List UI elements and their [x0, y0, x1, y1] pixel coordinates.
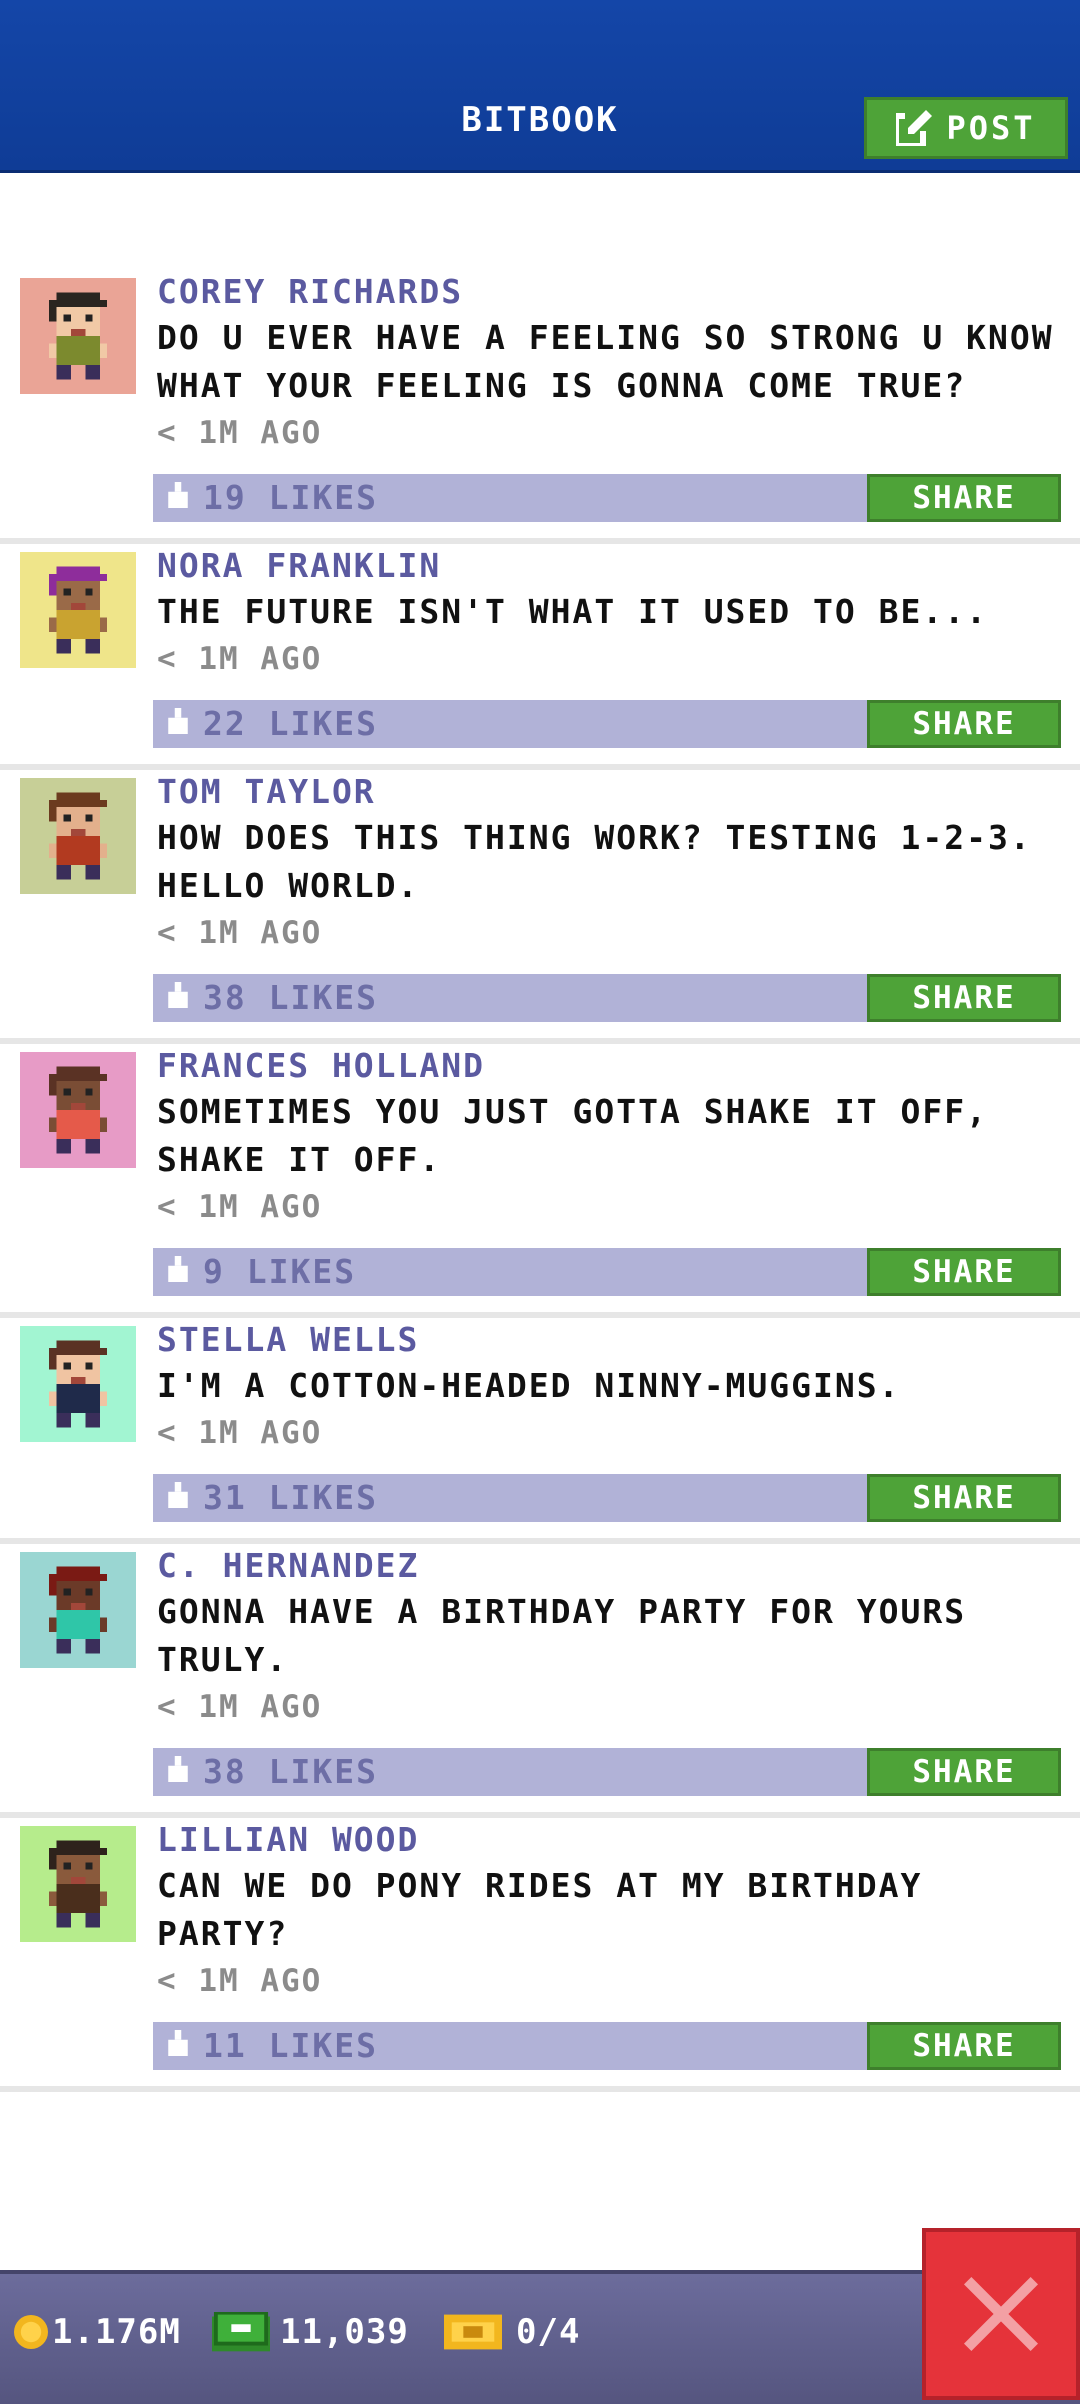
cash-icon [212, 2312, 270, 2352]
like-bar[interactable]: 31 LIKES SHARE [153, 1474, 1061, 1522]
currency-bar: 1.176M 11,039 0/4 [0, 2270, 1080, 2404]
person-avatar-icon [20, 1052, 136, 1168]
tickets-counter: 0/4 [444, 2312, 580, 2352]
feed-post: NORA FRANKLIN THE FUTURE ISN'T WHAT IT U… [0, 544, 1080, 770]
coin-icon [14, 2315, 48, 2349]
post-button[interactable]: POST [864, 97, 1068, 159]
post-author[interactable]: NORA FRANKLIN [157, 544, 1080, 588]
share-button[interactable]: SHARE [867, 1474, 1061, 1522]
avatar[interactable] [20, 778, 136, 894]
share-button[interactable]: SHARE [867, 1748, 1061, 1796]
like-count: 38 LIKES [203, 1752, 378, 1791]
feed-post: FRANCES HOLLAND SOMETIMES YOU JUST GOTTA… [0, 1044, 1080, 1318]
like-count: 22 LIKES [203, 704, 378, 743]
thumbs-up-icon [168, 482, 188, 508]
post-timestamp: < 1M AGO [157, 1415, 323, 1451]
coins-counter: 1.176M [14, 2312, 181, 2352]
post-author[interactable]: LILLIAN WOOD [157, 1818, 1080, 1862]
like-count: 38 LIKES [203, 978, 378, 1017]
post-button-label: POST [946, 109, 1036, 147]
person-avatar-icon [20, 552, 136, 668]
feed-post: TOM TAYLOR HOW DOES THIS THING WORK? TES… [0, 770, 1080, 1044]
avatar[interactable] [20, 1826, 136, 1942]
post-timestamp: < 1M AGO [157, 641, 323, 677]
person-avatar-icon [20, 1826, 136, 1942]
post-message: DO U EVER HAVE A FEELING SO STRONG U KNO… [157, 318, 1054, 405]
like-bar[interactable]: 19 LIKES SHARE [153, 474, 1061, 522]
feed-post: LILLIAN WOOD CAN WE DO PONY RIDES AT MY … [0, 1818, 1080, 2092]
share-button[interactable]: SHARE [867, 974, 1061, 1022]
coins-value: 1.176M [52, 2312, 181, 2352]
share-button[interactable]: SHARE [867, 2022, 1061, 2070]
thumbs-up-icon [168, 1256, 188, 1282]
thumbs-up-icon [168, 708, 188, 734]
person-avatar-icon [20, 278, 136, 394]
like-bar[interactable]: 22 LIKES SHARE [153, 700, 1061, 748]
bux-value: 11,039 [280, 2312, 409, 2352]
post-message: I'M A COTTON-HEADED NINNY-MUGGINS. [157, 1366, 901, 1405]
avatar[interactable] [20, 278, 136, 394]
post-message: GONNA HAVE A BIRTHDAY PARTY FOR YOURS TR… [157, 1592, 967, 1679]
share-button[interactable]: SHARE [867, 474, 1061, 522]
feed-post: STELLA WELLS I'M A COTTON-HEADED NINNY-M… [0, 1318, 1080, 1544]
post-author[interactable]: STELLA WELLS [157, 1318, 1080, 1362]
post-message: SOMETIMES YOU JUST GOTTA SHAKE IT OFF, S… [157, 1092, 988, 1179]
thumbs-up-icon [168, 1482, 188, 1508]
post-message: CAN WE DO PONY RIDES AT MY BIRTHDAY PART… [157, 1866, 923, 1953]
post-message: THE FUTURE ISN'T WHAT IT USED TO BE... [157, 592, 988, 631]
close-button[interactable] [922, 2228, 1080, 2400]
post-timestamp: < 1M AGO [157, 415, 323, 451]
like-bar[interactable]: 38 LIKES SHARE [153, 1748, 1061, 1796]
like-count: 9 LIKES [203, 1252, 357, 1291]
avatar[interactable] [20, 552, 136, 668]
thumbs-up-icon [168, 982, 188, 1008]
like-bar[interactable]: 9 LIKES SHARE [153, 1248, 1061, 1296]
thumbs-up-icon [168, 2030, 188, 2056]
post-author[interactable]: C. HERNANDEZ [157, 1544, 1080, 1588]
post-timestamp: < 1M AGO [157, 1963, 323, 1999]
app-header: BITBOOK POST [0, 0, 1080, 173]
avatar[interactable] [20, 1052, 136, 1168]
person-avatar-icon [20, 1326, 136, 1442]
feed-post: C. HERNANDEZ GONNA HAVE A BIRTHDAY PARTY… [0, 1544, 1080, 1818]
share-button[interactable]: SHARE [867, 700, 1061, 748]
like-bar[interactable]: 38 LIKES SHARE [153, 974, 1061, 1022]
post-timestamp: < 1M AGO [157, 915, 323, 951]
compose-icon [896, 110, 933, 146]
bux-counter: 11,039 [212, 2312, 409, 2352]
like-count: 19 LIKES [203, 478, 378, 517]
like-count: 11 LIKES [203, 2026, 378, 2065]
like-count: 31 LIKES [203, 1478, 378, 1517]
avatar[interactable] [20, 1326, 136, 1442]
post-author[interactable]: COREY RICHARDS [157, 270, 1080, 314]
tickets-value: 0/4 [516, 2312, 581, 2352]
post-author[interactable]: TOM TAYLOR [157, 770, 1080, 814]
person-avatar-icon [20, 778, 136, 894]
like-bar[interactable]: 11 LIKES SHARE [153, 2022, 1061, 2070]
post-timestamp: < 1M AGO [157, 1689, 323, 1725]
post-feed: COREY RICHARDS DO U EVER HAVE A FEELING … [0, 270, 1080, 2092]
post-timestamp: < 1M AGO [157, 1189, 323, 1225]
ticket-icon [444, 2314, 502, 2350]
thumbs-up-icon [168, 1756, 188, 1782]
close-icon [964, 2277, 1038, 2351]
person-avatar-icon [20, 1552, 136, 1668]
post-message: HOW DOES THIS THING WORK? TESTING 1-2-3.… [157, 818, 1032, 905]
share-button[interactable]: SHARE [867, 1248, 1061, 1296]
avatar[interactable] [20, 1552, 136, 1668]
feed-post: COREY RICHARDS DO U EVER HAVE A FEELING … [0, 270, 1080, 544]
post-author[interactable]: FRANCES HOLLAND [157, 1044, 1080, 1088]
